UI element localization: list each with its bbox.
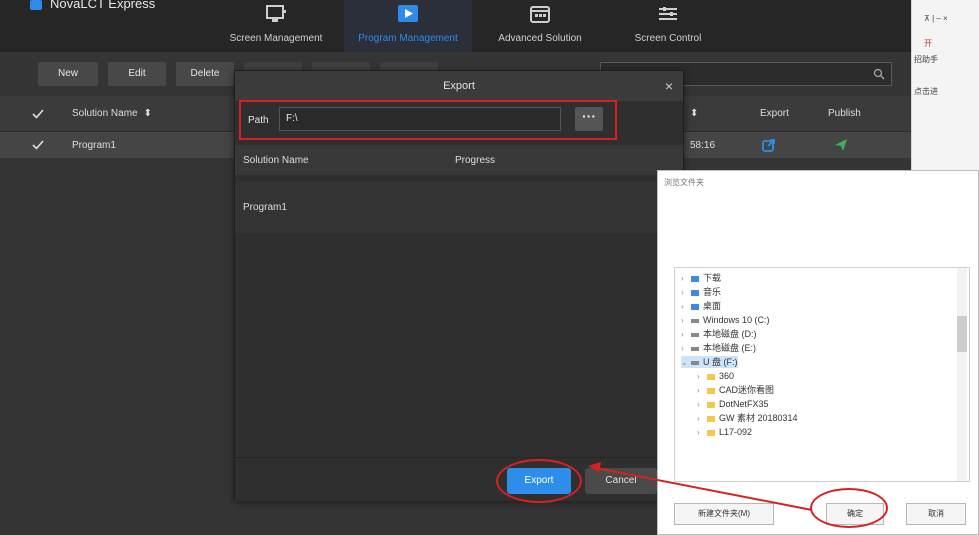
- calendar-icon: [530, 6, 550, 23]
- tree-item-desktop[interactable]: › 桌面: [681, 300, 721, 312]
- row-solution-name: Program1: [243, 201, 287, 213]
- tree-label: 音乐: [703, 287, 722, 297]
- delete-button[interactable]: Delete: [176, 62, 234, 86]
- cancel-button[interactable]: Cancel: [585, 468, 657, 494]
- drive-icon: [691, 346, 699, 351]
- tree-label: U 盘 (F:): [703, 357, 738, 367]
- edit-button[interactable]: Edit: [108, 62, 166, 86]
- nav-label: Program Management: [358, 33, 458, 44]
- nav-advanced-solution[interactable]: Advanced Solution: [476, 0, 604, 52]
- tree-label: CAD迷你看图: [719, 385, 775, 395]
- new-folder-button[interactable]: 新建文件夹(M): [674, 503, 774, 525]
- tree-item-drive-f[interactable]: ⌄ U 盘 (F:): [681, 356, 738, 368]
- annotation-circle: [810, 488, 888, 528]
- browse-folder-dialog: 浏览文件夹 › 下载 › 音乐 › 桌面 › Windows 10 (C:) › 本地磁盘…: [657, 170, 979, 535]
- nav-label: Screen Control: [634, 33, 702, 44]
- tree-label: 下载: [703, 273, 722, 283]
- usb-drive-icon: [691, 360, 699, 365]
- side-text: 开: [924, 39, 932, 48]
- folder-icon: [707, 415, 715, 422]
- tree-label: 360: [719, 371, 735, 381]
- app-logo-icon: [30, 0, 42, 10]
- sliders-icon: [659, 7, 677, 20]
- search-icon[interactable]: [873, 68, 885, 80]
- tree-item-drive-e[interactable]: › 本地磁盘 (E:): [681, 342, 756, 354]
- download-folder-icon: [691, 275, 699, 282]
- dialog-title: 浏览文件夹: [664, 178, 704, 187]
- tree-item-360[interactable]: › 360: [697, 370, 734, 382]
- export-icon[interactable]: [762, 138, 776, 152]
- drive-icon: [691, 332, 699, 337]
- folder-icon: [707, 429, 715, 436]
- nav-label: Screen Management: [229, 33, 323, 44]
- annotation-highlight-box: [239, 100, 617, 140]
- tree-item-drive-c[interactable]: › Windows 10 (C:): [681, 314, 770, 326]
- column-label: Solution Name: [72, 108, 138, 119]
- column-solution-name: Solution Name: [243, 154, 309, 166]
- tree-item-dotnetfx35[interactable]: › DotNetFX35: [697, 398, 769, 410]
- dialog-title: Export: [235, 71, 683, 101]
- sort-icon[interactable]: ⬍: [144, 108, 152, 119]
- select-all-checkbox[interactable]: [32, 108, 44, 119]
- column-sort-icon[interactable]: ⬍: [690, 96, 698, 131]
- nav-label: Advanced Solution: [498, 33, 582, 44]
- window-controls[interactable]: ⊼ | – ×: [924, 14, 948, 23]
- tree-item-gw[interactable]: › GW 素材 20180314: [697, 412, 798, 424]
- tree-label: Windows 10 (C:): [703, 315, 770, 325]
- music-folder-icon: [691, 289, 699, 296]
- tree-label: 本地磁盘 (D:): [703, 329, 757, 339]
- new-button[interactable]: New: [38, 62, 98, 86]
- cancel-button[interactable]: 取消: [906, 503, 966, 525]
- close-icon[interactable]: ×: [665, 71, 673, 101]
- monitor-icon: [266, 5, 286, 22]
- nav-program-management[interactable]: Program Management: [344, 0, 472, 52]
- column-progress: Progress: [455, 154, 496, 166]
- tree-item-download[interactable]: › 下载: [681, 272, 721, 284]
- side-text: 点击进: [914, 87, 938, 96]
- tree-label: DotNetFX35: [719, 399, 769, 409]
- desktop-folder-icon: [691, 303, 699, 310]
- row-solution-name: Program1: [72, 139, 116, 151]
- table-row[interactable]: Program1: [235, 181, 683, 233]
- folder-tree[interactable]: › 下载 › 音乐 › 桌面 › Windows 10 (C:) › 本地磁盘 (D:) …: [674, 267, 970, 482]
- dialog-table-header: Solution Name Progress: [235, 145, 683, 175]
- tree-item-l17[interactable]: › L17-092: [697, 426, 752, 438]
- tree-label: 本地磁盘 (E:): [703, 343, 756, 353]
- tree-item-music[interactable]: › 音乐: [681, 286, 721, 298]
- tree-label: GW 素材 20180314: [719, 413, 798, 423]
- dialog-footer: Export Cancel: [235, 457, 683, 501]
- column-export: Export: [760, 108, 789, 119]
- tree-label: L17-092: [719, 427, 753, 437]
- scrollbar[interactable]: [957, 268, 967, 481]
- folder-icon: [707, 387, 715, 394]
- column-solution-name[interactable]: Solution Name ⬍: [72, 96, 152, 131]
- nav-screen-management[interactable]: Screen Management: [212, 0, 340, 52]
- top-navigation-bar: NovaLCT Express Screen Management Progra…: [0, 0, 911, 52]
- background-window: ⊼ | – × 开 招助手 点击进: [911, 0, 979, 170]
- tree-label: 桌面: [703, 301, 722, 311]
- play-icon: [398, 5, 418, 22]
- side-text: 招助手: [914, 55, 938, 64]
- tree-item-drive-d[interactable]: › 本地磁盘 (D:): [681, 328, 757, 340]
- annotation-circle: [496, 459, 582, 503]
- column-publish: Publish: [828, 108, 861, 119]
- export-dialog: Export × Path F:\ ··· Solution Name Prog…: [234, 70, 684, 503]
- publish-icon[interactable]: [834, 138, 848, 152]
- drive-icon: [691, 318, 699, 323]
- folder-icon: [707, 373, 715, 380]
- tree-item-cad[interactable]: › CAD迷你看图: [697, 384, 774, 396]
- row-time: 58:16: [690, 139, 716, 151]
- scrollbar-thumb[interactable]: [957, 316, 967, 352]
- app-title: NovaLCT Express: [50, 0, 156, 11]
- folder-icon: [707, 401, 715, 408]
- nav-screen-control[interactable]: Screen Control: [604, 0, 732, 52]
- row-checkbox[interactable]: [32, 140, 44, 150]
